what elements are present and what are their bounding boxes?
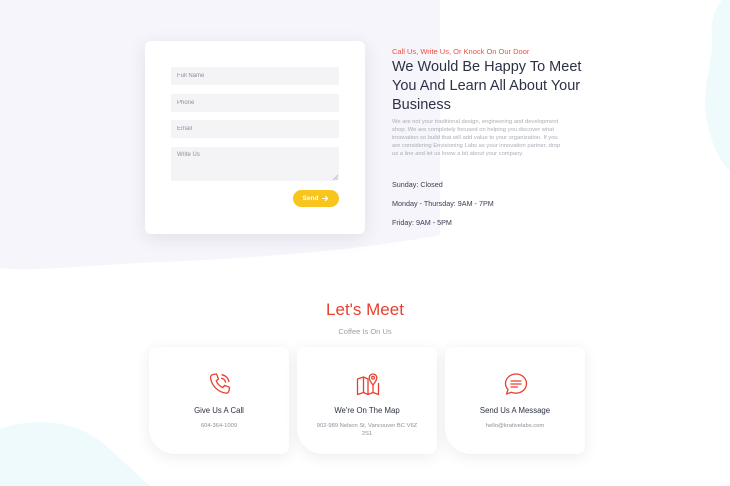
chat-bubble-icon (504, 373, 528, 395)
contact-eyebrow: Call Us, Write Us, Or Knock On Our Door (392, 47, 530, 56)
resize-grip-icon[interactable] (332, 174, 338, 180)
email-input[interactable] (171, 120, 339, 138)
map-card[interactable]: We're On The Map 902-989 Nelson St, Vanc… (297, 347, 437, 454)
hours-monday-thursday: Monday - Thursday: 9AM - 7PM (392, 199, 494, 208)
phone-input[interactable] (171, 94, 339, 112)
phone-icon (209, 373, 231, 394)
hours-friday: Friday: 9AM - 5PM (392, 218, 452, 227)
map-card-title: We're On The Map (334, 406, 400, 415)
message-textarea[interactable] (171, 147, 339, 181)
message-card-title: Send Us A Message (479, 406, 551, 415)
message-card-email[interactable]: hello@krativelabs.com (445, 422, 585, 430)
background-blob-cyan-bottom (0, 422, 150, 486)
contact-heading: We Would Be Happy To Meet You And Learn … (392, 59, 582, 113)
message-card[interactable]: Send Us A Message hello@krativelabs.com (445, 347, 585, 454)
full-name-input[interactable] (171, 67, 339, 85)
call-card-title: Give Us A Call (194, 406, 244, 415)
background-blob-cyan-top (705, 0, 730, 170)
send-button-label: Send (302, 195, 319, 202)
map-card-address[interactable]: 902-989 Nelson St, Vancouver BC V6Z 2S1 (297, 422, 437, 438)
call-card[interactable]: Give Us A Call 604-364-1009 (149, 347, 289, 454)
contact-form-card: Send (145, 41, 365, 234)
lets-meet-subtitle: Coffee Is On Us (338, 327, 392, 336)
hours-sunday: Sunday: Closed (392, 180, 443, 189)
send-button[interactable]: Send (293, 190, 339, 207)
map-pin-icon (356, 373, 380, 396)
contact-description: We are not your traditional design, engi… (392, 119, 561, 157)
arrow-right-icon (322, 195, 329, 202)
lets-meet-heading: Let's Meet (326, 300, 404, 319)
call-card-phone[interactable]: 604-364-1009 (149, 422, 289, 430)
